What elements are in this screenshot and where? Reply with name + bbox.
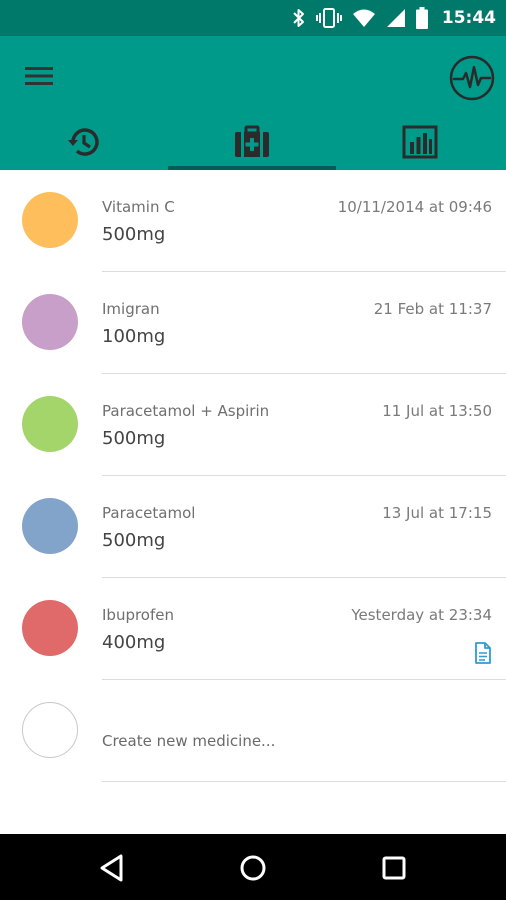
medicine-time: 21 Feb at 11:37 (373, 300, 492, 318)
wifi-icon (352, 9, 375, 27)
note-button[interactable] (472, 642, 494, 664)
battery-icon (415, 7, 428, 29)
vibrate-icon (315, 8, 342, 28)
recents-button[interactable] (377, 851, 411, 885)
medicine-time: 13 Jul at 17:15 (382, 504, 492, 522)
recents-icon (382, 856, 406, 880)
medicine-name: Imigran (102, 300, 160, 318)
tab-medicines[interactable] (168, 114, 336, 170)
bar-chart-icon (402, 125, 438, 159)
status-time: 15:44 (441, 8, 496, 28)
medicine-row-imigran[interactable]: Imigran 100mg 21 Feb at 11:37 (0, 272, 506, 374)
status-bar: 15:44 (0, 0, 506, 36)
medicine-time: 11 Jul at 13:50 (382, 402, 492, 420)
divider (102, 781, 506, 782)
color-dot (22, 192, 78, 248)
medicine-list: Vitamin C 500mg 10/11/2014 at 09:46 Imig… (0, 170, 506, 782)
home-icon (240, 855, 266, 881)
medicine-dose: 500mg (102, 530, 166, 551)
medicine-row-paracetamol[interactable]: Paracetamol 500mg 13 Jul at 17:15 (0, 476, 506, 578)
medicine-dose: 500mg (102, 224, 166, 245)
navigation-bar (0, 834, 506, 900)
medicine-row-ibuprofen[interactable]: Ibuprofen 400mg Yesterday at 23:34 (0, 578, 506, 680)
bluetooth-icon (293, 9, 304, 27)
home-button[interactable] (236, 851, 270, 885)
menu-button[interactable] (22, 62, 58, 90)
medicine-name: Paracetamol (102, 504, 196, 522)
history-icon (68, 128, 99, 156)
note-icon (475, 642, 491, 664)
medicine-dose: 100mg (102, 326, 166, 347)
medicine-time: 10/11/2014 at 09:46 (337, 198, 492, 216)
back-button[interactable] (96, 851, 130, 885)
color-dot (22, 498, 78, 554)
tab-statistics[interactable] (336, 114, 504, 170)
medicine-dose: 500mg (102, 428, 166, 449)
medicine-row-paracetamol-aspirin[interactable]: Paracetamol + Aspirin 500mg 11 Jul at 13… (0, 374, 506, 476)
heart-rate-button[interactable] (448, 54, 496, 102)
heart-rate-icon (449, 55, 495, 101)
color-dot (22, 600, 78, 656)
signal-icon (386, 9, 405, 27)
medical-kit-icon (235, 125, 269, 157)
back-icon (100, 854, 123, 882)
tab-history[interactable] (0, 114, 168, 170)
app-bar (0, 36, 506, 170)
create-medicine-row[interactable]: Create new medicine... (0, 680, 506, 782)
create-medicine-label: Create new medicine... (102, 732, 276, 750)
medicine-dose: 400mg (102, 632, 166, 653)
medicine-time: Yesterday at 23:34 (351, 606, 492, 624)
medicine-row-vitamin-c[interactable]: Vitamin C 500mg 10/11/2014 at 09:46 (0, 170, 506, 272)
menu-icon (25, 67, 53, 85)
medicine-name: Paracetamol + Aspirin (102, 402, 270, 420)
empty-color-dot (22, 702, 78, 758)
color-dot (22, 294, 78, 350)
medicine-name: Vitamin C (102, 198, 175, 216)
color-dot (22, 396, 78, 452)
medicine-name: Ibuprofen (102, 606, 175, 624)
